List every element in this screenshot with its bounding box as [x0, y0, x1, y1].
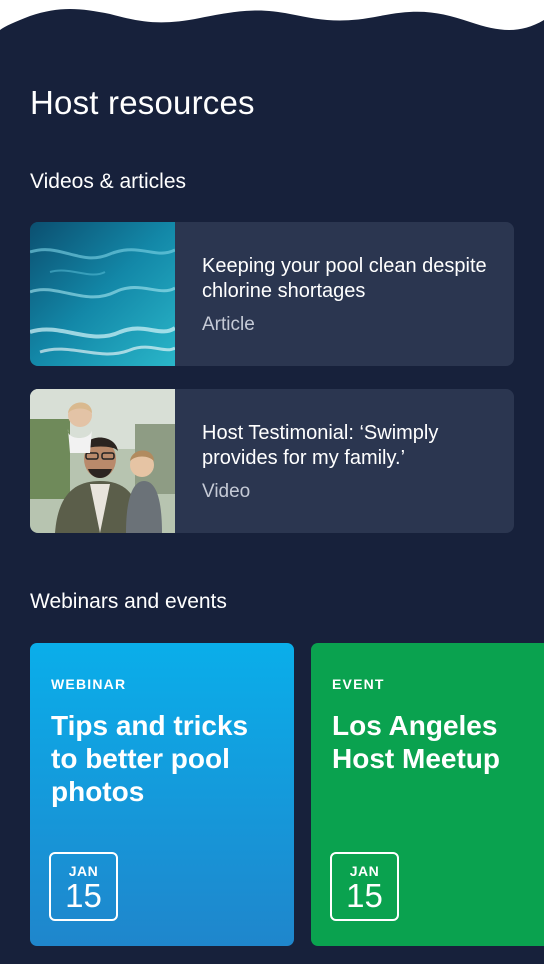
date-day: 15: [346, 877, 383, 914]
resource-card-video[interactable]: Host Testimonial: ‘Swimply provides for …: [30, 389, 514, 533]
card-kind-label: EVENT: [332, 676, 385, 692]
pool-water-thumbnail: [30, 222, 175, 366]
resource-type: Video: [202, 481, 251, 502]
top-wave-decoration: [0, 0, 544, 30]
date-day: 15: [65, 877, 102, 914]
webinar-card[interactable]: WEBINAR Tips and tricks to better pool p…: [30, 643, 294, 946]
family-photo-thumbnail: [30, 389, 175, 533]
resource-card-article[interactable]: Keeping your pool clean despite chlorine…: [30, 222, 514, 366]
card-kind-label: WEBINAR: [51, 676, 127, 692]
page-title: Host resources: [30, 84, 255, 121]
card-title: Tips and tricks to better pool photos: [51, 710, 249, 807]
date-badge: JAN 15: [49, 852, 118, 921]
resource-title: Host Testimonial: ‘Swimply provides for …: [202, 422, 439, 469]
resource-type: Article: [202, 314, 255, 335]
resource-title: Keeping your pool clean despite chlorine…: [202, 255, 487, 302]
videos-articles-heading: Videos & articles: [30, 170, 187, 193]
webinars-events-heading: Webinars and events: [30, 590, 227, 613]
card-title: Los Angeles Host Meetup: [332, 710, 500, 774]
date-badge: JAN 15: [330, 852, 399, 921]
event-card[interactable]: EVENT Los Angeles Host Meetup JAN 15: [311, 643, 544, 946]
